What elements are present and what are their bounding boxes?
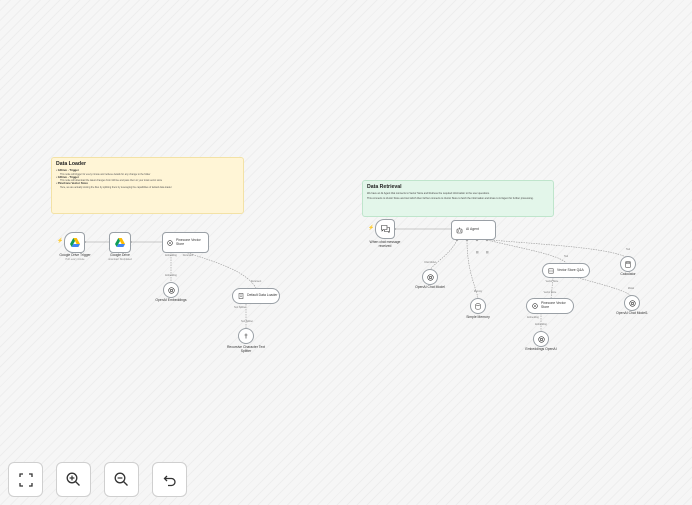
calculator-icon bbox=[625, 260, 631, 268]
node-label: OpenAI Chat Model1 bbox=[616, 311, 648, 315]
node-simple-memory[interactable] bbox=[470, 298, 486, 314]
tool-icon bbox=[548, 268, 554, 273]
pinecone-icon bbox=[167, 239, 173, 246]
fit-view-button[interactable] bbox=[8, 462, 43, 497]
openai-icon bbox=[628, 299, 636, 307]
node-ai-agent[interactable]: AI Agent bbox=[451, 220, 496, 240]
edge-qa-model bbox=[574, 276, 632, 297]
node-chat-trigger[interactable] bbox=[375, 219, 395, 239]
sticky-title: Data Retrieval bbox=[367, 184, 402, 190]
list-item-desc: Here, we are actually storing the files … bbox=[60, 185, 172, 189]
sticky-note-data-loader[interactable]: Data Loader • GDrive - Trigger This node… bbox=[51, 157, 244, 214]
sticky-paragraph: This connects to Vector Store and tool w… bbox=[367, 197, 534, 201]
pinecone-icon bbox=[532, 303, 538, 309]
node-label: Embeddings OpenAI bbox=[525, 347, 557, 351]
undo-button[interactable] bbox=[152, 462, 187, 497]
sticky-title: Data Loader bbox=[56, 161, 86, 167]
database-icon bbox=[475, 302, 481, 309]
trigger-lightning-icon: ⚡ bbox=[368, 225, 375, 231]
openai-icon bbox=[426, 273, 434, 281]
node-embeddings-openai[interactable] bbox=[533, 331, 549, 347]
zoom-out-icon bbox=[114, 472, 128, 486]
node-label: OpenAI Chat Model bbox=[415, 285, 445, 289]
node-sublabel: download: fileUpdated bbox=[108, 258, 132, 261]
node-sublabel: Poll: every minute bbox=[65, 258, 85, 261]
port-label-text-splitter: Text Splitter bbox=[234, 307, 246, 309]
node-calculator[interactable] bbox=[620, 256, 636, 272]
trigger-lightning-icon: ⚡ bbox=[57, 238, 64, 244]
fit-view-icon bbox=[18, 472, 33, 487]
port-label-document: Document bbox=[250, 281, 262, 283]
node-openai-chat-model1[interactable] bbox=[624, 295, 640, 311]
node-label: Pinecone Vector Store bbox=[176, 237, 201, 246]
node-label: Vector Store Q&A bbox=[557, 267, 584, 272]
openai-icon bbox=[167, 286, 175, 294]
node-pinecone-vector-store[interactable]: Pinecone Vector Store bbox=[162, 232, 209, 253]
edge-agent-memory bbox=[466, 239, 479, 299]
port-label-text-splitter: Text Splitter bbox=[241, 321, 253, 323]
document-icon bbox=[238, 293, 244, 299]
node-label: Recursive Character Text Splitter bbox=[226, 345, 265, 353]
port-label-embedding: Embedding bbox=[535, 324, 547, 326]
edge-agent-model bbox=[429, 239, 458, 271]
robot-icon bbox=[456, 227, 463, 233]
node-label: OpenAI Embeddings bbox=[155, 298, 187, 302]
port-label-embedding: Embedding bbox=[527, 317, 539, 319]
openai-icon bbox=[537, 335, 545, 343]
google-drive-icon bbox=[115, 238, 125, 247]
port-label-document: Document bbox=[182, 255, 194, 257]
sticky-paragraph: We have an AI Agent that connects to Vec… bbox=[367, 192, 490, 195]
edge-agent-qa bbox=[486, 239, 567, 264]
node-google-drive-trigger[interactable] bbox=[64, 232, 85, 253]
port-label-vector-store: Vector Store bbox=[543, 292, 557, 294]
node-vector-store-qa[interactable]: Vector Store Q&A bbox=[542, 263, 590, 278]
workflow-canvas[interactable]: Data Loader • GDrive - Trigger This node… bbox=[0, 0, 692, 505]
node-openai-chat-model[interactable] bbox=[422, 269, 438, 285]
node-default-data-loader[interactable]: Default Data Loader bbox=[232, 288, 280, 304]
node-pinecone-vector-store2[interactable]: Pinecone Vector Store bbox=[526, 298, 574, 314]
splitter-icon bbox=[244, 333, 248, 339]
node-openai-embeddings[interactable] bbox=[163, 282, 179, 298]
node-label: AI Agent bbox=[466, 227, 479, 232]
port-label-tool: Tool bbox=[563, 256, 569, 258]
undo-icon bbox=[163, 475, 176, 486]
port-label-vector-store: Vector Store bbox=[545, 281, 559, 283]
port-label-model: Model bbox=[627, 288, 635, 290]
node-google-drive[interactable] bbox=[109, 232, 131, 253]
port-label-chat-model: Chat Model bbox=[424, 262, 436, 264]
chat-icon bbox=[380, 225, 390, 233]
zoom-out-button[interactable] bbox=[104, 462, 139, 497]
port-label-embedding: Embedding bbox=[165, 275, 177, 277]
port-label-tool: Tool bbox=[625, 249, 631, 251]
node-label: Pinecone Vector Store bbox=[541, 301, 566, 309]
connections bbox=[84, 228, 632, 331]
port-label-memory: Memory bbox=[473, 291, 483, 293]
node-label: When chat message received bbox=[369, 240, 401, 248]
sticky-note-data-retrieval[interactable]: Data Retrieval We have an AI Agent that … bbox=[362, 180, 554, 217]
node-label: Simple Memory bbox=[466, 315, 490, 319]
node-label: Calculator bbox=[620, 272, 636, 276]
node-text-splitter[interactable] bbox=[238, 328, 254, 344]
zoom-in-button[interactable] bbox=[56, 462, 91, 497]
zoom-in-icon bbox=[66, 472, 80, 486]
node-label: Default Data Loader bbox=[247, 293, 278, 298]
google-drive-icon bbox=[69, 238, 80, 247]
